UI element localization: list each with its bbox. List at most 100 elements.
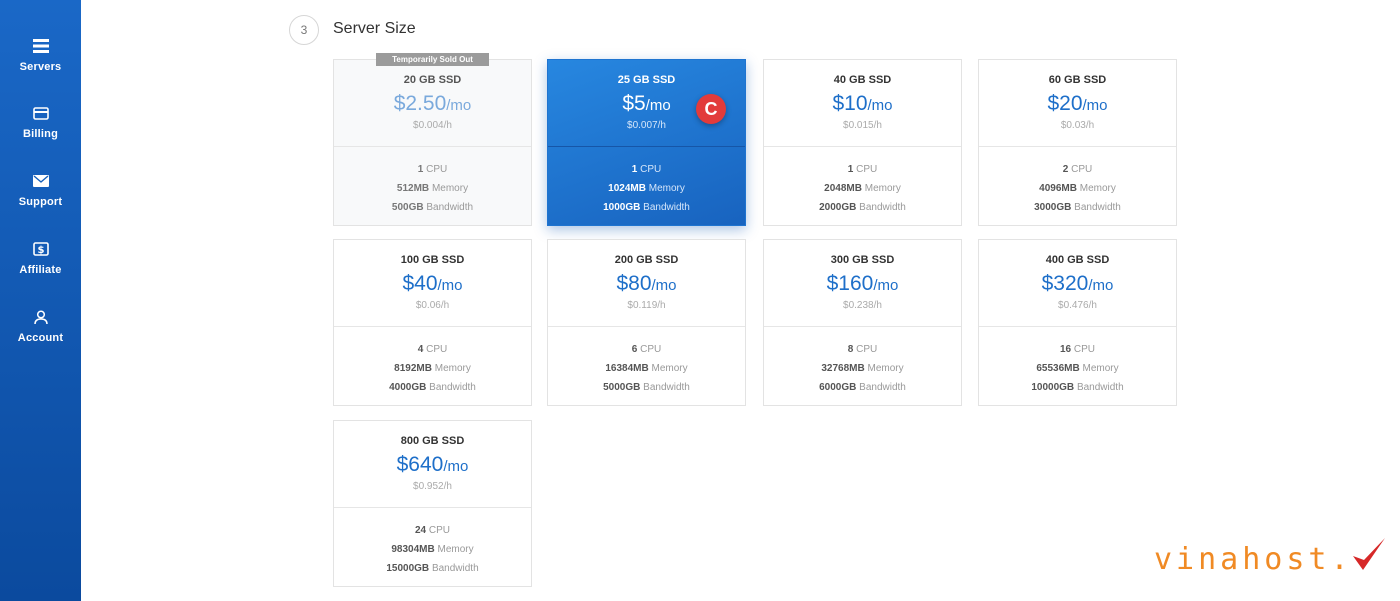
plan-bandwidth: 10000GB Bandwidth xyxy=(1031,382,1124,393)
card-divider xyxy=(764,326,961,327)
plan-storage: 100 GB SSD xyxy=(400,254,465,266)
plan-price: $2.50/mo xyxy=(393,92,472,115)
plan-storage: 200 GB SSD xyxy=(614,254,679,266)
plan-hourly: $0.952/h xyxy=(413,481,452,492)
plan-card-400gb[interactable]: 400 GB SSD $320/mo $0.476/h 16 CPU 65536… xyxy=(978,239,1177,406)
plan-card-60gb[interactable]: 60 GB SSD $20/mo $0.03/h 2 CPU 4096MB Me… xyxy=(978,59,1177,226)
plan-cpu: 1 CPU xyxy=(847,164,878,175)
plan-cpu: 4 CPU xyxy=(417,344,448,355)
plan-hourly: $0.015/h xyxy=(843,120,882,131)
card-divider xyxy=(548,326,745,327)
plan-memory: 2048MB Memory xyxy=(824,183,901,194)
user-icon xyxy=(32,308,50,326)
plan-specs: 1 CPU 512MB Memory 500GB Bandwidth xyxy=(334,160,531,217)
plan-price: $80/mo xyxy=(616,272,677,295)
card-divider xyxy=(334,326,531,327)
plan-bandwidth: 5000GB Bandwidth xyxy=(603,382,690,393)
plan-memory: 512MB Memory xyxy=(396,183,469,194)
plan-cpu: 1 CPU xyxy=(417,164,448,175)
plan-specs: 1 CPU 1024MB Memory 1000GB Bandwidth xyxy=(548,160,745,217)
plan-specs: 1 CPU 2048MB Memory 2000GB Bandwidth xyxy=(764,160,961,217)
plan-card-40gb[interactable]: 40 GB SSD $10/mo $0.015/h 1 CPU 2048MB M… xyxy=(763,59,962,226)
dollar-icon: $ xyxy=(32,240,50,258)
section-title: Server Size xyxy=(333,20,416,37)
plan-cpu: 1 CPU xyxy=(631,164,662,175)
plan-memory: 1024MB Memory xyxy=(608,183,685,194)
plan-price: $640/mo xyxy=(396,453,469,476)
plan-card-300gb[interactable]: 300 GB SSD $160/mo $0.238/h 8 CPU 32768M… xyxy=(763,239,962,406)
plan-storage: 300 GB SSD xyxy=(830,254,895,266)
plan-hourly: $0.06/h xyxy=(415,300,450,311)
watermark-logo: vinahost. xyxy=(1154,538,1387,578)
plan-cpu: 2 CPU xyxy=(1062,164,1093,175)
plan-bandwidth: 2000GB Bandwidth xyxy=(819,202,906,213)
sidebar-item-support[interactable]: Support xyxy=(0,172,81,232)
plan-specs: 16 CPU 65536MB Memory 10000GB Bandwidth xyxy=(979,340,1176,397)
plan-specs: 24 CPU 98304MB Memory 15000GB Bandwidth xyxy=(334,521,531,578)
plan-hourly: $0.476/h xyxy=(1058,300,1097,311)
step-number: 3 xyxy=(289,15,319,45)
plan-storage: 20 GB SSD xyxy=(403,74,462,86)
plan-storage: 60 GB SSD xyxy=(1048,74,1107,86)
plan-specs: 4 CPU 8192MB Memory 4000GB Bandwidth xyxy=(334,340,531,397)
sidebar-item-label: Account xyxy=(17,332,64,344)
plan-storage: 800 GB SSD xyxy=(400,435,465,447)
plan-cpu: 24 CPU xyxy=(414,525,451,536)
sidebar-item-affiliate[interactable]: $ Affiliate xyxy=(0,240,81,300)
plan-card-20gb[interactable]: Temporarily Sold Out 20 GB SSD $2.50/mo … xyxy=(333,53,532,226)
sidebar-item-label: Billing xyxy=(22,128,58,140)
sidebar-item-billing[interactable]: Billing xyxy=(0,104,81,164)
plan-cpu: 8 CPU xyxy=(847,344,878,355)
plan-memory: 4096MB Memory xyxy=(1039,183,1116,194)
sidebar-item-servers[interactable]: Servers xyxy=(0,37,81,97)
card-icon xyxy=(32,104,50,122)
plan-bandwidth: 1000GB Bandwidth xyxy=(603,202,690,213)
plan-bandwidth: 3000GB Bandwidth xyxy=(1034,202,1121,213)
svg-text:$: $ xyxy=(37,245,44,256)
plan-bandwidth: 6000GB Bandwidth xyxy=(819,382,906,393)
plan-bandwidth: 4000GB Bandwidth xyxy=(389,382,476,393)
checkmark-icon xyxy=(1352,538,1385,570)
plan-card-100gb[interactable]: 100 GB SSD $40/mo $0.06/h 4 CPU 8192MB M… xyxy=(333,239,532,406)
plan-storage: 400 GB SSD xyxy=(1045,254,1110,266)
plan-cpu: 16 CPU xyxy=(1059,344,1096,355)
sidebar-item-label: Support xyxy=(18,196,63,208)
plan-hourly: $0.004/h xyxy=(413,120,452,131)
plan-price: $40/mo xyxy=(402,272,463,295)
plan-hourly: $0.03/h xyxy=(1060,120,1095,131)
plan-card-25gb[interactable]: 25 GB SSD $5/mo $0.007/h C 1 CPU 1024MB … xyxy=(547,59,746,226)
sidebar-item-account[interactable]: Account xyxy=(0,308,81,368)
plan-memory: 8192MB Memory xyxy=(394,363,471,374)
plan-price: $320/mo xyxy=(1041,272,1114,295)
plan-hourly: $0.238/h xyxy=(843,300,882,311)
plan-card-800gb[interactable]: 800 GB SSD $640/mo $0.952/h 24 CPU 98304… xyxy=(333,420,532,587)
plan-bandwidth: 500GB Bandwidth xyxy=(391,202,474,213)
servers-icon xyxy=(32,37,50,55)
sidebar-item-label: Affiliate xyxy=(19,264,62,276)
plan-price: $10/mo xyxy=(832,92,893,115)
card-divider xyxy=(979,326,1176,327)
sidebar-item-label: Servers xyxy=(19,61,62,73)
plan-storage: 25 GB SSD xyxy=(617,74,676,86)
plan-memory: 16384MB Memory xyxy=(605,363,688,374)
plan-memory: 32768MB Memory xyxy=(821,363,904,374)
plan-specs: 2 CPU 4096MB Memory 3000GB Bandwidth xyxy=(979,160,1176,217)
plan-hourly: $0.119/h xyxy=(627,300,666,311)
plan-bandwidth: 15000GB Bandwidth xyxy=(386,563,479,574)
card-divider xyxy=(979,146,1176,147)
mail-icon xyxy=(32,172,50,190)
plan-memory: 98304MB Memory xyxy=(391,544,474,555)
selected-marker-icon: C xyxy=(696,94,726,124)
card-divider xyxy=(334,146,531,147)
plan-storage: 40 GB SSD xyxy=(833,74,892,86)
card-divider xyxy=(334,507,531,508)
card-divider xyxy=(764,146,961,147)
plan-card-200gb[interactable]: 200 GB SSD $80/mo $0.119/h 6 CPU 16384MB… xyxy=(547,239,746,406)
plan-cpu: 6 CPU xyxy=(631,344,662,355)
plan-specs: 8 CPU 32768MB Memory 6000GB Bandwidth xyxy=(764,340,961,397)
sidebar: Servers Billing Support $ Affiliate Acco… xyxy=(0,0,81,601)
plan-specs: 6 CPU 16384MB Memory 5000GB Bandwidth xyxy=(548,340,745,397)
plan-price: $160/mo xyxy=(826,272,899,295)
plan-memory: 65536MB Memory xyxy=(1036,363,1119,374)
plan-price: $20/mo xyxy=(1047,92,1108,115)
